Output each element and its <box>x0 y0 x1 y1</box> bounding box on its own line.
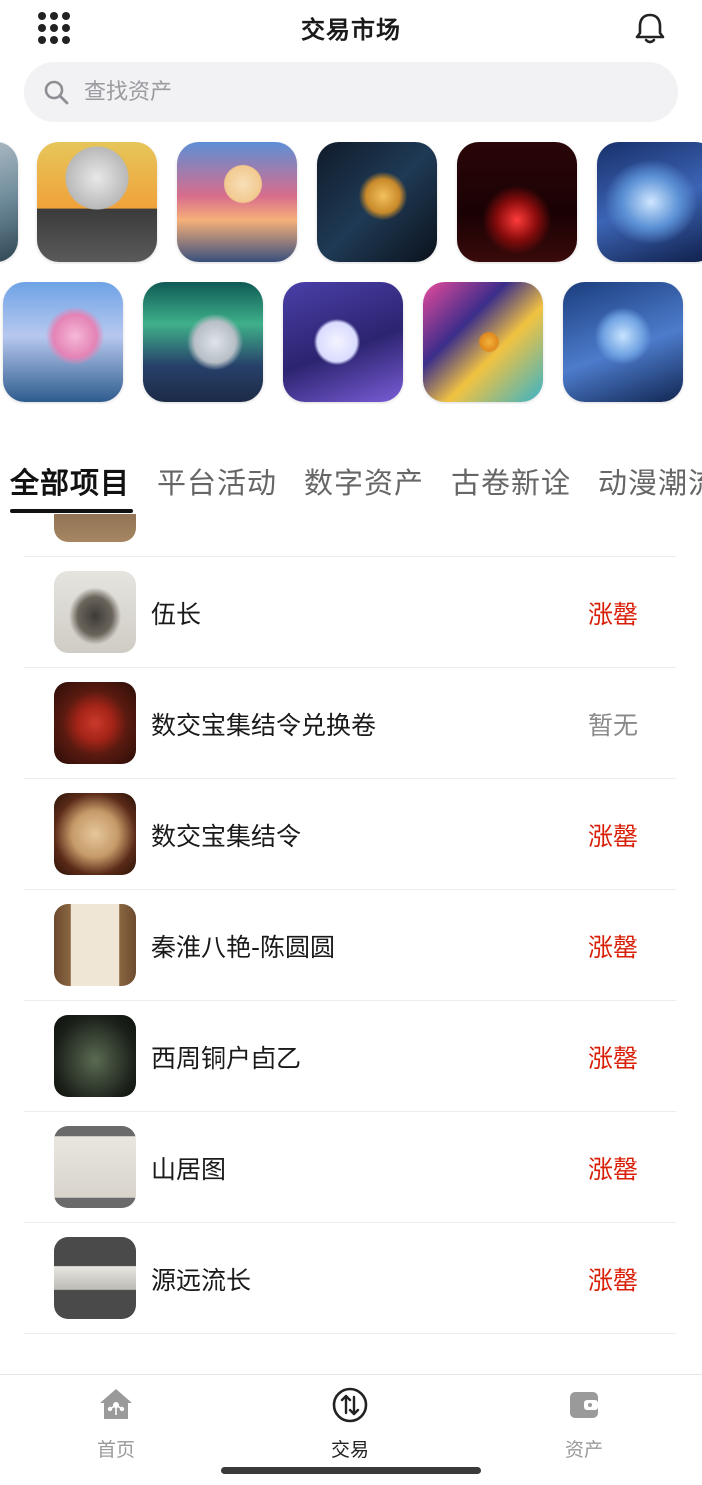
status-badge: 涨罄 <box>587 1044 638 1073</box>
collection-cover[interactable] <box>457 142 577 262</box>
asset-thumbnail <box>54 1237 136 1319</box>
tabbar-item-home[interactable]: 首页 <box>56 1385 176 1462</box>
status-badge: 涨罄 <box>587 600 638 629</box>
featured-carousel-row-1[interactable] <box>0 142 702 264</box>
active-tab-indicator <box>10 509 133 513</box>
search-input[interactable] <box>84 62 644 122</box>
status-badge: 涨罄 <box>587 822 638 851</box>
page-title: 交易市场 <box>301 16 401 44</box>
tabbar-item-assets[interactable]: 资产 <box>524 1385 644 1462</box>
collection-cover[interactable] <box>423 282 543 402</box>
collection-cover[interactable] <box>317 142 437 262</box>
collection-cover[interactable] <box>177 142 297 262</box>
list-item[interactable]: 源远流长 涨罄 <box>24 1223 676 1334</box>
list-item[interactable] <box>24 514 676 557</box>
tabbar-label: 资产 <box>564 1439 603 1461</box>
home-icon <box>100 1389 132 1419</box>
list-item[interactable]: 数交宝集结令 涨罄 <box>24 779 676 890</box>
collection-cover[interactable] <box>37 142 157 262</box>
list-item[interactable]: 山居图 涨罄 <box>24 1112 676 1223</box>
status-badge: 涨罄 <box>587 1155 638 1184</box>
bell-icon[interactable] <box>632 10 668 46</box>
tabbar-label: 交易 <box>330 1439 369 1461</box>
tab-anime-trend[interactable]: 动漫潮流 <box>598 460 702 502</box>
list-item[interactable]: 伍长 涨罄 <box>24 557 676 668</box>
tab-ancient-scrolls[interactable]: 古卷新诠 <box>451 460 571 502</box>
collection-cover[interactable] <box>283 282 403 402</box>
asset-thumbnail <box>54 682 136 764</box>
search-icon <box>44 80 69 105</box>
collection-cover[interactable] <box>563 282 683 402</box>
list-item[interactable]: 秦淮八艳-陈圆圆 涨罄 <box>24 890 676 1001</box>
list-item[interactable]: 数交宝集结令兑换卷 暂无 <box>24 668 676 779</box>
asset-name: 山居图 <box>151 1155 227 1184</box>
collection-cover[interactable] <box>0 142 18 262</box>
asset-thumbnail <box>54 904 136 986</box>
featured-carousel-row-2[interactable] <box>0 282 702 404</box>
asset-list[interactable]: 伍长 涨罄 数交宝集结令兑换卷 暂无 数交宝集结令 涨罄 秦淮八艳-陈圆圆 涨罄… <box>24 514 676 1336</box>
status-badge: 涨罄 <box>587 1266 638 1295</box>
status-badge: 涨罄 <box>587 933 638 962</box>
asset-thumbnail <box>54 1126 136 1208</box>
asset-thumbnail <box>54 514 136 542</box>
asset-name: 伍长 <box>151 600 202 629</box>
collection-cover[interactable] <box>3 282 123 402</box>
search-bar[interactable] <box>24 62 678 122</box>
asset-name: 数交宝集结令兑换卷 <box>151 711 377 740</box>
tab-platform-events[interactable]: 平台活动 <box>157 460 277 502</box>
tabbar-item-trade[interactable]: 交易 <box>290 1385 410 1462</box>
asset-name: 源远流长 <box>151 1266 252 1295</box>
wallet-icon <box>570 1392 598 1418</box>
tab-all-projects[interactable]: 全部项目 <box>10 460 130 502</box>
status-badge: 暂无 <box>587 711 638 740</box>
asset-name: 西周铜户卣乙 <box>151 1044 302 1073</box>
asset-thumbnail <box>54 571 136 653</box>
tab-digital-assets[interactable]: 数字资产 <box>304 460 424 502</box>
tabbar-label: 首页 <box>96 1439 135 1461</box>
top-bar: 交易市场 <box>0 0 702 56</box>
collection-cover[interactable] <box>143 282 263 402</box>
home-indicator <box>221 1467 481 1474</box>
trade-exchange-icon <box>332 1387 368 1423</box>
collection-cover[interactable] <box>597 142 702 262</box>
asset-name: 数交宝集结令 <box>151 822 302 851</box>
asset-thumbnail <box>54 793 136 875</box>
category-tabs: 全部项目 平台活动 数字资产 古卷新诠 动漫潮流 <box>0 452 702 514</box>
list-item[interactable]: 西周铜户卣乙 涨罄 <box>24 1001 676 1112</box>
asset-name: 秦淮八艳-陈圆圆 <box>151 933 336 962</box>
asset-thumbnail <box>54 1015 136 1097</box>
